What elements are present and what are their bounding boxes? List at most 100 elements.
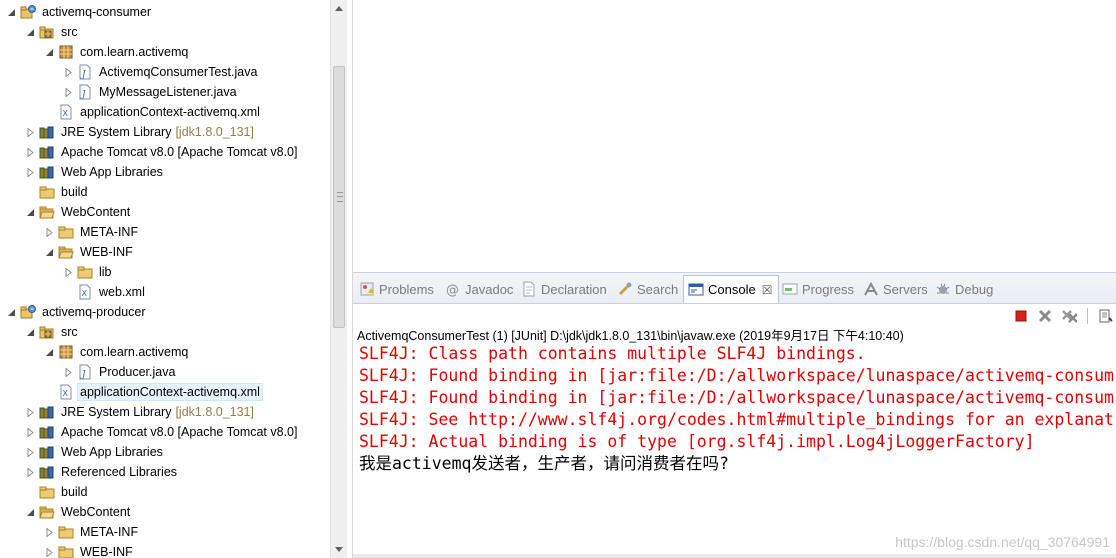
tree-item-label: build [61, 485, 88, 499]
tab-progress[interactable]: Progress [782, 276, 854, 302]
tree-item[interactable]: WebContent [0, 202, 330, 222]
tree-item[interactable]: JRE System Library [jdk1.8.0_131] [0, 402, 330, 422]
tab-declaration[interactable]: Declaration [521, 276, 607, 302]
tree-item-label-wrap: applicationContext-activemq.xml [77, 103, 263, 121]
tree-item[interactable]: WEB-INF [0, 242, 330, 262]
scroll-lock-icon[interactable] [1098, 308, 1114, 324]
tree-item-label-wrap: Web App Libraries [58, 443, 166, 461]
tree-item-label: build [61, 185, 88, 199]
tree-item[interactable]: activemq-producer [0, 302, 330, 322]
tree-item[interactable]: src [0, 322, 330, 342]
tree-item[interactable]: Apache Tomcat v8.0 [Apache Tomcat v8.0] [0, 142, 330, 162]
tab-problems[interactable]: Problems [359, 276, 434, 302]
collapsed-twisty-icon[interactable] [44, 527, 54, 537]
collapsed-twisty-icon[interactable] [25, 467, 35, 477]
debug-icon [935, 281, 951, 297]
tree-item[interactable]: XapplicationContext-activemq.xml [0, 382, 330, 402]
scroll-thumb[interactable] [333, 66, 345, 328]
remove-launch-icon[interactable] [1037, 308, 1053, 324]
remove-all-terminated-icon[interactable] [1061, 308, 1077, 324]
close-tab-icon[interactable]: ☒ [762, 283, 773, 297]
collapsed-twisty-icon[interactable] [25, 427, 35, 437]
scroll-down-arrow-icon[interactable] [331, 541, 347, 558]
library-icon [39, 124, 55, 140]
collapsed-twisty-icon[interactable] [63, 87, 73, 97]
terminate-icon[interactable] [1013, 308, 1029, 324]
explorer-vertical-scrollbar[interactable] [330, 0, 347, 558]
expanded-twisty-icon[interactable] [44, 247, 54, 257]
tab-debug[interactable]: Debug [935, 276, 993, 302]
tree-item[interactable]: Web App Libraries [0, 442, 330, 462]
console-launch-info: ActivemqConsumerTest (1) [JUnit] D:\jdk\… [357, 329, 904, 343]
tree-item-label-wrap: WEB-INF [77, 543, 136, 558]
console-toolbar [1013, 305, 1116, 327]
tree-item-label-wrap: src [58, 23, 81, 41]
tree-item[interactable]: build [0, 182, 330, 202]
tab-servers[interactable]: Servers [863, 276, 928, 302]
expanded-twisty-icon[interactable] [25, 27, 35, 37]
expanded-twisty-icon[interactable] [44, 347, 54, 357]
tree-item[interactable]: META-INF [0, 222, 330, 242]
tree-item[interactable]: XapplicationContext-activemq.xml [0, 102, 330, 122]
tree-item[interactable]: lib [0, 262, 330, 282]
tree-item[interactable]: build [0, 482, 330, 502]
tree-item[interactable]: WEB-INF [0, 542, 330, 558]
tree-item[interactable]: src [0, 22, 330, 42]
tree-item[interactable]: J ActivemqConsumerTest.java [0, 62, 330, 82]
tree-item[interactable]: J MyMessageListener.java [0, 82, 330, 102]
collapsed-twisty-icon[interactable] [25, 127, 35, 137]
tree-item-label: applicationContext-activemq.xml [80, 385, 260, 399]
tree-item[interactable]: com.learn.activemq [0, 42, 330, 62]
search-icon [617, 281, 633, 297]
collapsed-twisty-icon[interactable] [63, 367, 73, 377]
tree-item-label: WebContent [61, 205, 131, 219]
tree-item[interactable]: Apache Tomcat v8.0 [Apache Tomcat v8.0] [0, 422, 330, 442]
tree-item[interactable]: activemq-consumer [0, 2, 330, 22]
tree-item[interactable]: Referenced Libraries [0, 462, 330, 482]
svg-text:@: @ [446, 283, 459, 297]
tree-item[interactable]: com.learn.activemq [0, 342, 330, 362]
tree-item-label: META-INF [80, 225, 139, 239]
tab-search[interactable]: Search [617, 276, 678, 302]
tab-console[interactable]: Console ☒ [683, 275, 780, 303]
collapsed-twisty-icon[interactable] [25, 407, 35, 417]
expanded-twisty-icon[interactable] [44, 47, 54, 57]
xml-file-icon: X [77, 284, 93, 300]
collapsed-twisty-icon[interactable] [44, 547, 54, 557]
collapsed-twisty-icon[interactable] [63, 267, 73, 277]
console-horizontal-scrollbar[interactable] [353, 554, 1116, 558]
folder-icon [39, 184, 55, 200]
watermark: https://blog.csdn.net/qq_30764991 [895, 534, 1110, 550]
tab-javadoc[interactable]: @ Javadoc [445, 276, 513, 302]
tree-item-label-wrap: META-INF [77, 523, 141, 541]
expanded-twisty-icon[interactable] [6, 7, 16, 17]
collapsed-twisty-icon[interactable] [44, 227, 54, 237]
tree-item-label: com.learn.activemq [80, 45, 189, 59]
tree-item-label: applicationContext-activemq.xml [80, 105, 260, 119]
tree-item[interactable]: META-INF [0, 522, 330, 542]
tree-item-label-wrap: ActivemqConsumerTest.java [96, 63, 260, 81]
tree-item-label: JRE System Library [61, 405, 172, 419]
svg-text:X: X [63, 389, 69, 398]
collapsed-twisty-icon[interactable] [25, 447, 35, 457]
tree-item[interactable]: Web App Libraries [0, 162, 330, 182]
tree-item[interactable]: WebContent [0, 502, 330, 522]
collapsed-twisty-icon[interactable] [25, 147, 35, 157]
tree-item-label: com.learn.activemq [80, 345, 189, 359]
expanded-twisty-icon[interactable] [25, 327, 35, 337]
collapsed-twisty-icon[interactable] [63, 67, 73, 77]
tree-item-label-wrap: JRE System Library [jdk1.8.0_131] [58, 403, 257, 421]
tree-item[interactable]: JRE System Library [jdk1.8.0_131] [0, 122, 330, 142]
expanded-twisty-icon[interactable] [6, 307, 16, 317]
tree-item[interactable]: J Producer.java [0, 362, 330, 382]
expanded-twisty-icon[interactable] [25, 507, 35, 517]
scroll-up-arrow-icon[interactable] [331, 0, 347, 17]
expanded-twisty-icon[interactable] [25, 207, 35, 217]
collapsed-twisty-icon[interactable] [25, 167, 35, 177]
tree-item[interactable]: Xweb.xml [0, 282, 330, 302]
tree-item-label: activemq-producer [42, 305, 146, 319]
tree-item-label-wrap: applicationContext-activemq.xml [77, 383, 263, 401]
tree-item-label-wrap: Producer.java [96, 363, 178, 381]
console-output[interactable]: SLF4J: Class path contains multiple SLF4… [359, 343, 1116, 475]
